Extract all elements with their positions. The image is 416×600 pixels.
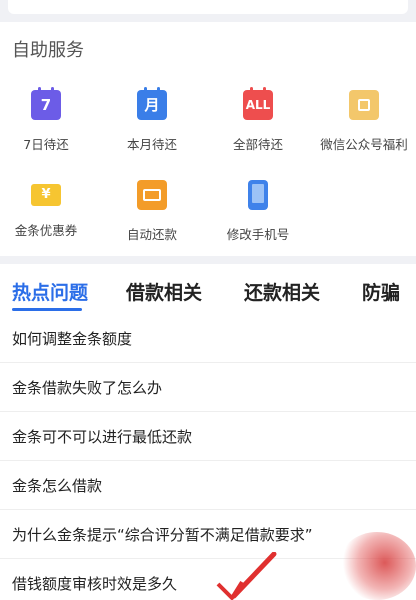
faq-item[interactable]: 如何调整金条额度 [0, 314, 416, 363]
faq-item[interactable]: 金条可不可以进行最低还款 [0, 412, 416, 461]
service-wechat-benefits[interactable]: 微信公众号福利 [312, 90, 416, 153]
service-change-phone[interactable]: 修改手机号 [206, 180, 310, 243]
self-service-panel: 自助服务 7 7日待还 月 本月待还 ALL 全部待还 微信公众号福利 ¥ 金条… [0, 22, 416, 256]
service-month-due[interactable]: 月 本月待还 [100, 87, 204, 153]
coupon-icon: ¥ [31, 184, 61, 206]
previous-card-edge [8, 0, 408, 14]
red-arrow-annotation [216, 552, 277, 600]
decorative-blur [338, 532, 416, 600]
service-label: 微信公众号福利 [320, 137, 408, 152]
faq-tabs: 热点问题 借款相关 还款相关 防骗 [0, 264, 416, 314]
service-autopay[interactable]: 自动还款 [100, 180, 204, 243]
active-tab-indicator [12, 308, 82, 311]
service-label: 7日待还 [23, 137, 69, 152]
service-label: 修改手机号 [226, 227, 290, 242]
service-label: 本月待还 [126, 137, 177, 152]
service-label: 自动还款 [126, 227, 177, 242]
calendar-7-icon: 7 [31, 87, 61, 120]
autopay-card-icon [137, 180, 167, 210]
calendar-month-icon: 月 [137, 87, 167, 120]
service-label: 全部待还 [232, 137, 283, 152]
service-all-due[interactable]: ALL 全部待还 [206, 87, 310, 153]
faq-item[interactable]: 金条怎么借款 [0, 461, 416, 510]
calendar-all-icon: ALL [243, 87, 273, 120]
gift-icon [349, 90, 379, 120]
service-coupons[interactable]: ¥ 金条优惠券 [0, 180, 98, 239]
service-label: 金条优惠券 [14, 223, 78, 238]
faq-item[interactable]: 金条借款失败了怎么办 [0, 363, 416, 412]
service-7day-due[interactable]: 7 7日待还 [0, 87, 98, 153]
tab-repayment[interactable]: 还款相关 [244, 278, 320, 305]
phone-icon [248, 180, 268, 210]
self-service-title: 自助服务 [12, 40, 84, 61]
tab-hot-questions[interactable]: 热点问题 [12, 278, 88, 305]
tab-anti-fraud[interactable]: 防骗 [362, 278, 400, 305]
tab-loan[interactable]: 借款相关 [126, 278, 202, 305]
